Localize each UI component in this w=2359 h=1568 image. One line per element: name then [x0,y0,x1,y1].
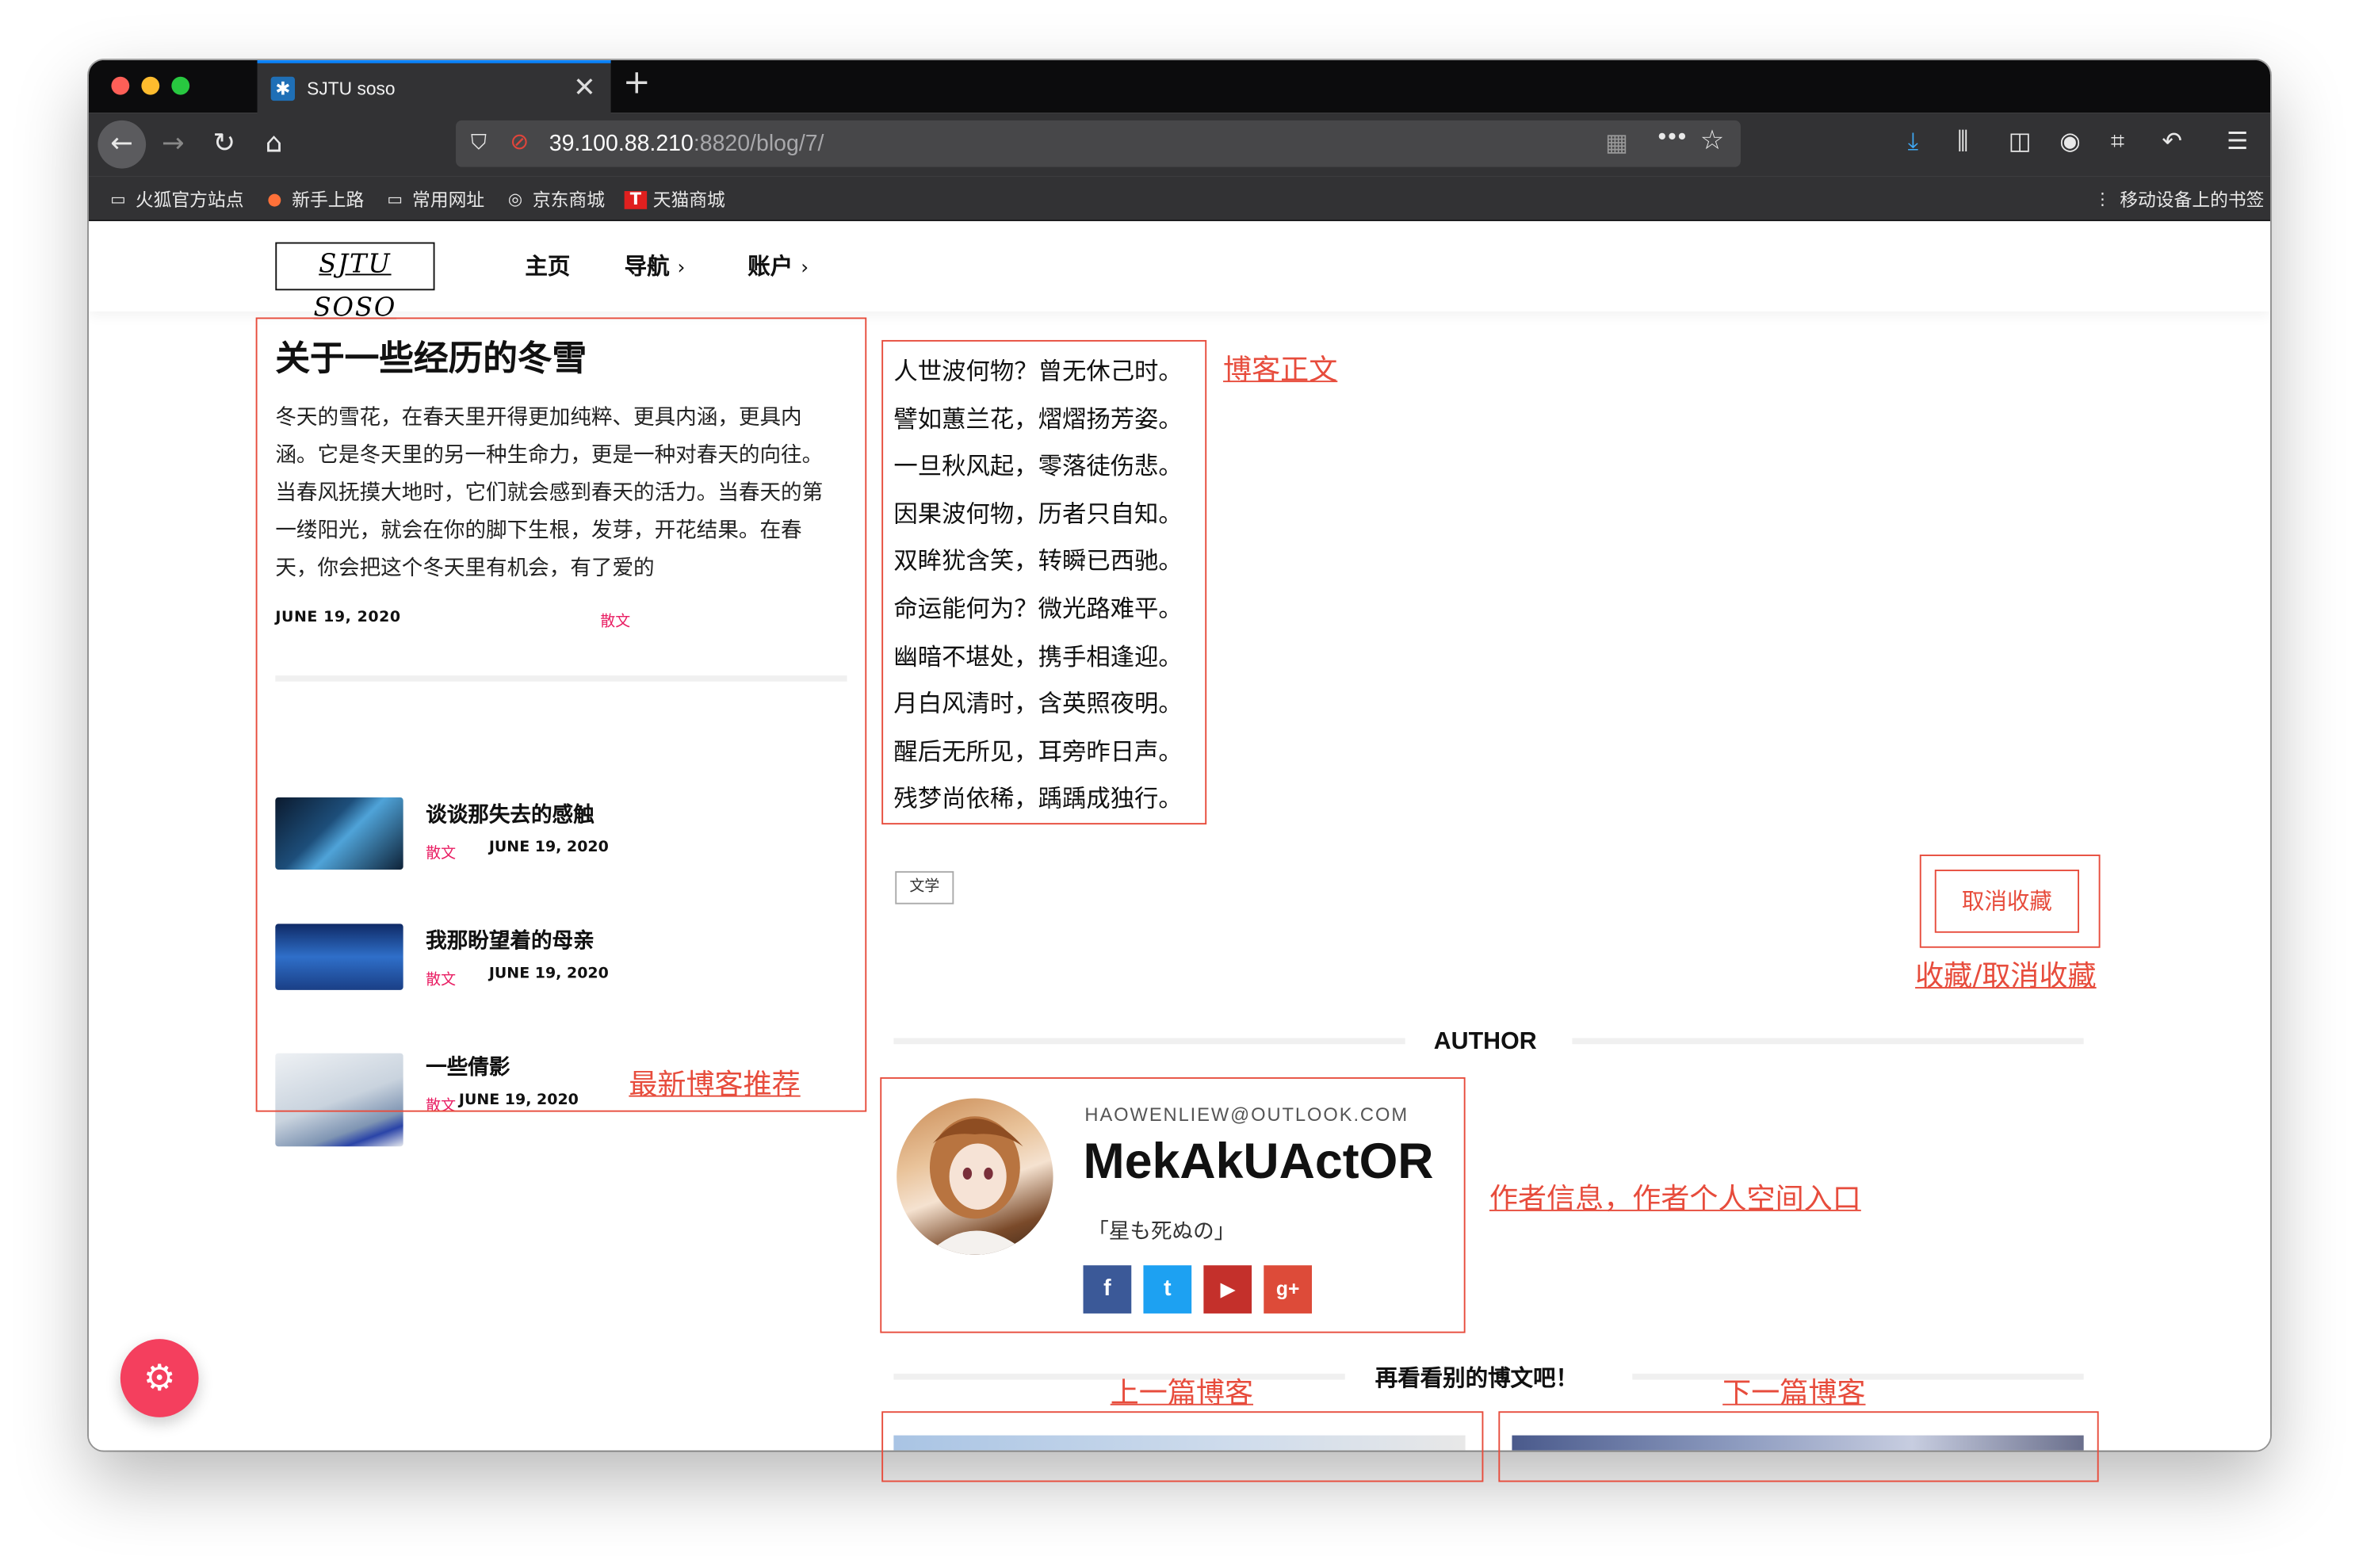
sidebar-icon[interactable]: ◫ [2009,126,2032,155]
site-logo[interactable]: SJTU SOSO [275,242,435,323]
minimize-window-button[interactable] [141,76,160,95]
annotation-label-author: 作者信息，作者个人空间入口 [1489,1182,1861,1216]
annotation-box-favorite [1919,855,2101,948]
annotation-label-next: 下一篇博客 [1722,1376,1866,1410]
browser-tab[interactable]: ✱ SJTU soso ✕ [257,59,611,115]
new-tab-button[interactable]: + [623,65,651,102]
mobile-bookmarks[interactable]: ⋮ 移动设备上的书签 [2091,186,2264,212]
reload-button[interactable]: ↻ [203,124,245,166]
reload-icon: ↻ [212,128,236,160]
annotation-box-prev [881,1411,1484,1482]
undo-icon[interactable]: ↶ [2162,126,2181,155]
title-bar: ✱ SJTU soso ✕ + [88,59,2271,115]
bookmark-label: 京东商城 [532,189,606,211]
chevron-right-icon: › [801,257,809,281]
tab-title: SJTU soso [307,78,396,100]
arrow-right-icon: → [161,128,185,160]
mobile-folder-icon: ⋮ [2093,189,2111,208]
arrow-left-icon: ← [110,128,134,160]
url-text[interactable]: 39.100.88.210:8820/blog/7/ [549,131,824,156]
bookmark-item[interactable]: ▭ 火狐官方站点 [107,186,244,212]
bookmark-item[interactable]: ● 新手上路 [263,186,364,212]
qr-code-icon[interactable]: ▦ [1605,128,1628,158]
close-tab-icon[interactable]: ✕ [573,72,596,104]
post-tag[interactable]: 文学 [895,870,954,904]
home-button[interactable]: ⌂ [253,124,295,166]
close-window-button[interactable] [111,76,130,95]
bookmark-star-icon[interactable]: ☆ [1700,125,1725,157]
annotation-box-body [881,339,1207,825]
bookmark-item[interactable]: ▭ 常用网址 [384,186,484,212]
bookmark-label: 新手上路 [292,189,365,211]
author-heading: AUTHOR [1433,1029,1537,1055]
annotation-box-next [1498,1411,2099,1482]
bookmarks-bar: ▭ 火狐官方站点 ● 新手上路 ▭ 常用网址 ◎ 京东商城 T 天猫商城 ⋮ 移动设备上的书… [88,176,2271,221]
hamburger-menu-icon[interactable]: ☰ [2227,126,2248,155]
screenshot-icon[interactable]: ⌗ [2111,126,2124,156]
library-icon[interactable]: ⫼ [1957,126,1968,156]
account-icon[interactable]: ◉ [2059,126,2081,155]
bookmark-label: 常用网址 [412,189,485,211]
url-path: :8820/blog/7/ [693,131,824,157]
divider [1572,1038,2084,1045]
divider [893,1038,1405,1045]
nav-home[interactable]: 主页 [525,250,570,281]
nav-toolbar: ← → ↻ ⌂ ⛉ ⊘ 39.100.88.210:8820/blog/7/ ▦… [88,113,2271,177]
download-icon[interactable]: ⤓ [1908,126,1918,156]
globe-icon: ◎ [507,189,523,208]
home-icon: ⌂ [265,128,283,160]
bookmark-label: 火狐官方站点 [135,189,244,211]
url-host: 39.100.88.210 [549,131,694,157]
site-header: SJTU SOSO 主页 导航 › 账户 › [88,221,2271,323]
folder-icon: ▭ [110,189,126,208]
settings-fab[interactable]: ⚙ [120,1339,199,1417]
back-button[interactable]: ← [97,120,147,169]
zoom-window-button[interactable] [171,76,190,95]
annotation-label-body: 博客正文 [1223,354,1338,387]
nav-account[interactable]: 账户 › [747,250,809,281]
nav-label: 导航 [624,252,670,281]
forward-button[interactable]: → [152,124,194,166]
firefox-icon: ● [267,189,282,208]
bookmark-item[interactable]: ◎ 京东商城 [504,186,605,212]
url-bar[interactable]: ⛉ ⊘ 39.100.88.210:8820/blog/7/ ▦ ••• ☆ [456,120,1741,167]
tmall-icon: T [624,189,648,208]
annotation-label-recent: 最新博客推荐 [629,1068,801,1102]
insecure-lock-icon[interactable]: ⊘ [510,128,529,155]
bookmark-label: 天猫商城 [652,189,725,211]
annotation-label-favorite: 收藏/取消收藏 [1915,959,2097,993]
annotation-box-recent [255,317,867,1112]
folder-icon: ▭ [387,189,403,208]
nav-label: 账户 [747,252,793,281]
annotation-box-author [880,1077,1466,1333]
bookmark-item[interactable]: T 天猫商城 [624,186,725,212]
snowflake-icon: ✱ [270,76,295,101]
page-actions-icon[interactable]: ••• [1658,125,1688,152]
nav-navigation[interactable]: 导航 › [625,250,686,281]
chevron-right-icon: › [677,257,686,281]
more-posts-heading: 再看看别的博文吧！ [1374,1364,1578,1392]
annotation-label-prev: 上一篇博客 [1110,1376,1254,1410]
window-controls [111,76,190,95]
gear-icon: ⚙ [143,1356,176,1400]
bookmark-label: 移动设备上的书签 [2120,189,2265,211]
shield-icon[interactable]: ⛉ [471,129,487,155]
